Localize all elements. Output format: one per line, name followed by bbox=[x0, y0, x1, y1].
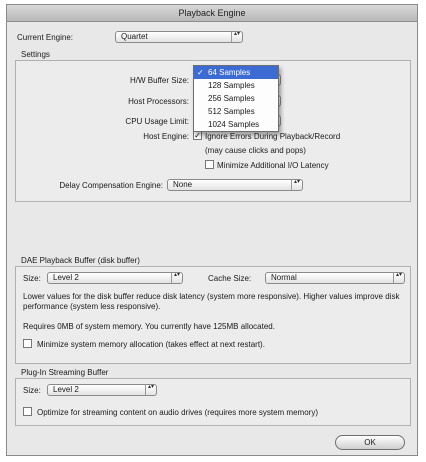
dae-heading: DAE Playback Buffer (disk buffer) bbox=[21, 256, 140, 265]
optimize-streaming-checkbox[interactable] bbox=[23, 407, 32, 416]
dae-size-popup[interactable]: Level 2 ▴▾ bbox=[47, 272, 183, 284]
popup-arrows-icon: ▴▾ bbox=[393, 272, 404, 283]
minimize-io-label: Minimize Additional I/O Latency bbox=[217, 161, 329, 170]
cache-size-popup[interactable]: Normal ▴▾ bbox=[265, 272, 405, 284]
current-engine-label: Current Engine: bbox=[17, 33, 74, 42]
popup-arrows-icon: ▴▾ bbox=[145, 384, 156, 395]
dae-size-label: Size: bbox=[23, 274, 41, 283]
delay-comp-label: Delay Compensation Engine: bbox=[59, 181, 163, 190]
cache-size-label: Cache Size: bbox=[208, 274, 252, 283]
dae-size-value: Level 2 bbox=[53, 273, 79, 282]
current-engine-value: Quartet bbox=[121, 32, 148, 41]
popup-arrows-icon: ▴▾ bbox=[231, 31, 242, 42]
menu-item-64-samples[interactable]: ✓ 64 Samples bbox=[194, 66, 278, 79]
checkmark-icon: ✓ bbox=[197, 68, 204, 77]
playback-engine-window: Playback Engine Current Engine: Quartet … bbox=[6, 4, 418, 456]
settings-heading: Settings bbox=[21, 50, 50, 59]
ignore-errors-note: (may cause clicks and pops) bbox=[205, 146, 306, 155]
menu-item-1024-samples[interactable]: 1024 Samples bbox=[194, 118, 278, 131]
host-processors-label: Host Processors: bbox=[128, 97, 189, 106]
delay-comp-value: None bbox=[173, 180, 193, 189]
ignore-errors-label: Ignore Errors During Playback/Record bbox=[205, 132, 341, 141]
menu-item-128-samples[interactable]: 128 Samples bbox=[194, 79, 278, 92]
hw-buffer-size-label: H/W Buffer Size: bbox=[130, 76, 189, 85]
window-title: Playback Engine bbox=[7, 5, 417, 22]
memory-note: Requires 0MB of system memory. You curre… bbox=[23, 322, 275, 331]
plugin-size-popup[interactable]: Level 2 ▴▾ bbox=[47, 384, 157, 396]
minimize-memory-checkbox[interactable] bbox=[23, 339, 32, 348]
buffer-size-menu: ✓ 64 Samples 128 Samples 256 Samples 512… bbox=[193, 65, 279, 132]
current-engine-popup[interactable]: Quartet ▴▾ bbox=[115, 31, 243, 43]
dae-description: Lower values for the disk buffer reduce … bbox=[23, 292, 400, 311]
ok-button[interactable]: OK bbox=[335, 435, 405, 450]
minimize-io-checkbox[interactable] bbox=[205, 160, 214, 169]
delay-comp-popup[interactable]: None ▴▾ bbox=[167, 179, 303, 191]
host-engine-label: Host Engine: bbox=[143, 132, 189, 141]
menu-item-512-samples[interactable]: 512 Samples bbox=[194, 105, 278, 118]
popup-arrows-icon: ▴▾ bbox=[291, 179, 302, 190]
cache-size-value: Normal bbox=[271, 273, 297, 282]
plugin-heading: Plug-In Streaming Buffer bbox=[21, 368, 109, 377]
ignore-errors-checkbox[interactable]: ✓ bbox=[193, 131, 202, 140]
plugin-size-label: Size: bbox=[23, 386, 41, 395]
menu-item-256-samples[interactable]: 256 Samples bbox=[194, 92, 278, 105]
minimize-memory-label: Minimize system memory allocation (takes… bbox=[37, 340, 265, 349]
optimize-streaming-label: Optimize for streaming content on audio … bbox=[37, 408, 318, 417]
popup-arrows-icon: ▴▾ bbox=[171, 272, 182, 283]
cpu-usage-limit-label: CPU Usage Limit: bbox=[125, 117, 189, 126]
plugin-size-value: Level 2 bbox=[53, 385, 79, 394]
